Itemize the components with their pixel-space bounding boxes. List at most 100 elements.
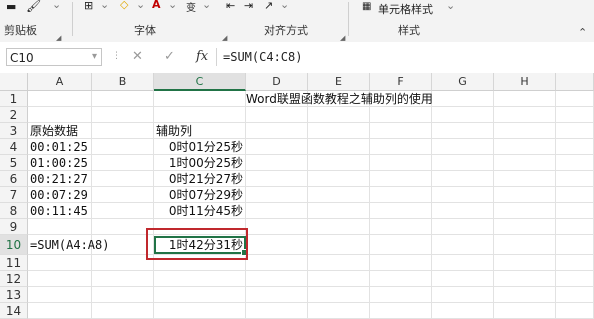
grid-cell[interactable] (556, 107, 594, 123)
cell-a5[interactable]: 01:00:25 (28, 155, 92, 171)
grid-cell[interactable] (432, 107, 494, 123)
grid-cell[interactable] (92, 203, 154, 219)
grid-cell[interactable] (246, 219, 308, 235)
cell-a4[interactable]: 00:01:25 (28, 139, 92, 155)
grid-cell[interactable] (28, 287, 92, 303)
dialog-launcher-icon[interactable]: ◢ (222, 34, 227, 42)
grid-cell[interactable] (494, 271, 556, 287)
grid-cell[interactable] (494, 255, 556, 271)
grid-cell[interactable] (246, 303, 308, 319)
grid-cell[interactable] (308, 255, 370, 271)
grid-cell[interactable] (308, 235, 370, 255)
paste-icon[interactable]: ▬ (6, 0, 16, 13)
grid-cell[interactable] (556, 171, 594, 187)
column-header-h[interactable]: H (494, 73, 556, 91)
column-header-a[interactable]: A (28, 73, 92, 91)
phonetic-dropdown-icon[interactable]: ⌄ (202, 0, 211, 11)
grid-cell[interactable] (494, 139, 556, 155)
grid-cell[interactable] (494, 187, 556, 203)
row-header[interactable]: 13 (0, 287, 28, 303)
cell-c5[interactable]: 1时00分25秒 (154, 155, 246, 171)
grid-cell[interactable] (370, 287, 432, 303)
grid-cell[interactable] (246, 107, 308, 123)
grid-cell[interactable] (432, 235, 494, 255)
grid-cell[interactable] (308, 271, 370, 287)
dialog-launcher-icon[interactable]: ◢ (340, 34, 345, 42)
grid-cell[interactable] (154, 303, 246, 319)
grid-cell[interactable] (494, 303, 556, 319)
grid-cell[interactable] (432, 303, 494, 319)
grid-cell[interactable] (246, 235, 308, 255)
cell-c6[interactable]: 0时21分27秒 (154, 171, 246, 187)
grid-cell[interactable] (432, 203, 494, 219)
grid-cell[interactable] (28, 107, 92, 123)
row-header[interactable]: 3 (0, 123, 28, 139)
grid-cell[interactable] (556, 91, 594, 107)
grid-cell[interactable] (556, 235, 594, 255)
row-header[interactable]: 6 (0, 171, 28, 187)
grid-cell[interactable] (370, 235, 432, 255)
grid-cell[interactable] (370, 303, 432, 319)
name-box[interactable]: C10 (6, 48, 102, 66)
grid-cell[interactable] (432, 123, 494, 139)
row-header[interactable]: 5 (0, 155, 28, 171)
cell-a3[interactable]: 原始数据 (28, 123, 92, 139)
row-header-selected[interactable]: 10 (0, 235, 28, 255)
grid-cell[interactable] (154, 287, 246, 303)
grid-cell[interactable] (92, 187, 154, 203)
grid-cell[interactable] (556, 139, 594, 155)
grid-cell[interactable] (556, 155, 594, 171)
column-header-partial[interactable] (556, 73, 594, 91)
fill-color-icon[interactable]: ◇ (120, 0, 128, 11)
name-box-dropdown-icon[interactable]: ▾ (92, 51, 97, 62)
grid-cell[interactable] (432, 171, 494, 187)
grid-cell[interactable] (308, 203, 370, 219)
column-header-f[interactable]: F (370, 73, 432, 91)
cell-c7[interactable]: 0时07分29秒 (154, 187, 246, 203)
grid-cell[interactable] (28, 271, 92, 287)
grid-cell[interactable] (154, 271, 246, 287)
grid-cell[interactable] (370, 203, 432, 219)
grid-cell[interactable] (432, 287, 494, 303)
grid-cell[interactable] (246, 171, 308, 187)
formula-input[interactable]: =SUM(C4:C8) (216, 48, 588, 66)
row-header[interactable]: 4 (0, 139, 28, 155)
grid-cell[interactable] (556, 271, 594, 287)
grid-cell[interactable] (308, 287, 370, 303)
increase-indent-icon[interactable]: ⇥ (244, 0, 253, 12)
grid-cell[interactable] (92, 155, 154, 171)
grid-cell[interactable] (432, 139, 494, 155)
borders-dropdown-icon[interactable]: ⌄ (100, 0, 109, 11)
grid-cell[interactable] (556, 303, 594, 319)
grid-cell[interactable] (556, 123, 594, 139)
grid-cell[interactable] (556, 187, 594, 203)
grid-cell[interactable] (28, 255, 92, 271)
grid-cell[interactable] (308, 139, 370, 155)
column-header-b[interactable]: B (92, 73, 154, 91)
cell-styles-icon[interactable]: ▦ (362, 1, 371, 12)
grid-cell[interactable] (370, 187, 432, 203)
grid-cell[interactable] (92, 271, 154, 287)
grid-cell[interactable] (494, 287, 556, 303)
grid-cell[interactable] (92, 303, 154, 319)
grid-cell[interactable] (370, 107, 432, 123)
grid-cell[interactable] (308, 171, 370, 187)
grid-cell[interactable] (494, 203, 556, 219)
grid-cell[interactable] (308, 219, 370, 235)
insert-function-icon[interactable]: fx (196, 49, 208, 64)
cell-styles-button[interactable]: 单元格样式 (378, 1, 433, 17)
orientation-dropdown-icon[interactable]: ⌄ (280, 0, 289, 11)
orientation-icon[interactable]: ↗ (264, 0, 273, 12)
decrease-indent-icon[interactable]: ⇤ (226, 0, 235, 12)
row-header[interactable]: 9 (0, 219, 28, 235)
grid-cell[interactable] (432, 187, 494, 203)
grid-cell[interactable] (494, 235, 556, 255)
dialog-launcher-icon[interactable]: ◢ (56, 34, 61, 42)
grid-cell[interactable] (494, 219, 556, 235)
grid-cell[interactable] (370, 139, 432, 155)
cancel-icon[interactable]: ✕ (132, 49, 143, 64)
grid-cell[interactable] (246, 271, 308, 287)
grid-cell[interactable] (246, 123, 308, 139)
grid-cell[interactable] (92, 255, 154, 271)
grid-cell[interactable] (92, 91, 154, 107)
